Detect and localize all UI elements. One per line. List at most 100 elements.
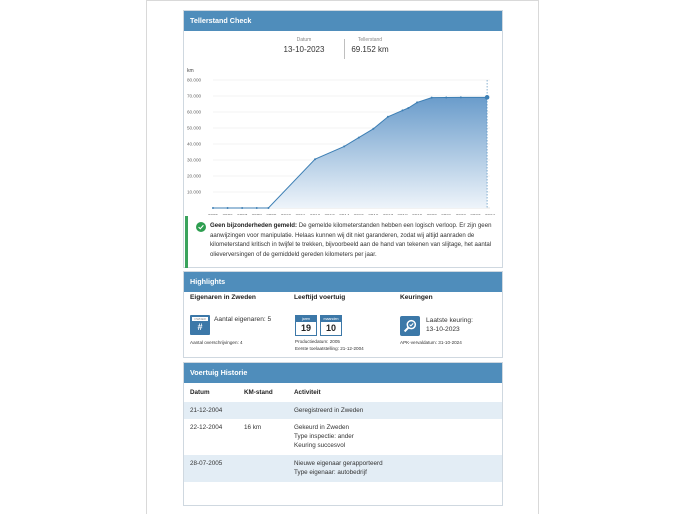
x-tick-label: 2024 bbox=[485, 213, 496, 215]
x-tick-label: 2023 bbox=[470, 213, 481, 215]
data-point bbox=[401, 109, 404, 112]
row-activity-line: Gekeurd in Zweden bbox=[294, 424, 349, 431]
x-tick-label: 2006 bbox=[222, 213, 233, 215]
notice-bold: Geen bijzonderheden gemeld: bbox=[210, 222, 298, 229]
history-panel: Voertuig Historie Datum KM-stand Activit… bbox=[183, 362, 503, 506]
y-tick-label: 80.000 bbox=[187, 78, 201, 83]
x-tick-label: 2011 bbox=[296, 213, 306, 215]
years-calendar-icon: jaren 19 bbox=[295, 315, 317, 336]
apk-expiry: APK-vervaldatum: 31-10-2024 bbox=[400, 340, 462, 345]
check-circle-icon bbox=[196, 222, 206, 232]
data-point bbox=[407, 107, 410, 109]
x-tick-label: 2008 bbox=[252, 213, 263, 215]
y-tick-label: 50.000 bbox=[187, 126, 201, 131]
data-point bbox=[484, 95, 490, 100]
y-tick-label: 70.000 bbox=[187, 94, 201, 99]
y-tick-label: 20.000 bbox=[187, 174, 201, 179]
inspection-last: Laatste keuring: 13-10-2023 bbox=[426, 317, 473, 334]
mileage-notice: Geen bijzonderheden gemeld: De gemelde k… bbox=[185, 216, 501, 268]
first-admission-date: Eerste toelaatstelling: 21-12-2004 bbox=[295, 345, 364, 351]
data-point bbox=[416, 101, 419, 104]
history-header-row: Datum KM-stand Activiteit bbox=[184, 388, 502, 399]
data-point bbox=[459, 96, 462, 99]
x-tick-label: 2017 bbox=[383, 213, 394, 215]
registration-card-label: OWNER bbox=[192, 317, 208, 321]
y-tick-label: 10.000 bbox=[187, 190, 201, 195]
x-tick-label: 2007 bbox=[237, 213, 248, 215]
x-tick-label: 2022 bbox=[456, 213, 467, 215]
stand-reading: Tellerstand 69.152 km bbox=[330, 37, 410, 55]
col-activiteit: Activiteit bbox=[294, 389, 321, 396]
data-point bbox=[386, 115, 389, 118]
page-left-border bbox=[146, 0, 147, 514]
years-value: 19 bbox=[300, 323, 311, 333]
data-point bbox=[430, 96, 433, 99]
months-value: 10 bbox=[325, 323, 336, 333]
x-tick-label: 2012 bbox=[310, 213, 321, 215]
inspection-last-date: 13-10-2023 bbox=[426, 325, 460, 333]
row-date: 28-07-2005 bbox=[190, 460, 223, 467]
col-km-stand: KM-stand bbox=[244, 389, 273, 396]
data-point bbox=[226, 206, 229, 209]
owners-title: Eigenaren in Zweden bbox=[190, 294, 256, 301]
data-point bbox=[357, 136, 360, 139]
data-point bbox=[445, 96, 448, 99]
data-point bbox=[241, 206, 244, 209]
row-activity-line: Type eigenaar: autobedrijf bbox=[294, 469, 367, 476]
y-tick-label: 30.000 bbox=[187, 158, 201, 163]
owners-count: Aantal eigenaren: 5 bbox=[214, 316, 272, 323]
notice-text: Geen bijzonderheden gemeld: De gemelde k… bbox=[210, 221, 493, 259]
table-row: 28-07-2005 Nieuwe eigenaar gerapporteerd… bbox=[184, 455, 502, 482]
tellerstand-title: Tellerstand Check bbox=[184, 11, 502, 31]
data-point bbox=[212, 206, 214, 209]
row-date: 22-12-2004 bbox=[190, 424, 223, 431]
inspection-last-label: Laatste keuring: bbox=[426, 317, 473, 324]
magnifier-inspection-icon bbox=[400, 316, 420, 336]
row-activity-line: Geregistreerd in Zweden bbox=[294, 407, 364, 414]
months-calendar-icon: maanden 10 bbox=[320, 315, 342, 336]
highlights-panel: Highlights Eigenaren in Zweden OWNER # A… bbox=[183, 271, 503, 358]
x-tick-label: 2014 bbox=[339, 213, 350, 215]
tellerstand-panel: Tellerstand Check Datum 13-10-2023 Telle… bbox=[183, 10, 503, 268]
row-activity-line: Nieuwe eigenaar gerapporteerd bbox=[294, 460, 383, 467]
registration-card-symbol: # bbox=[197, 322, 203, 332]
x-tick-label: 2013 bbox=[325, 213, 336, 215]
table-row: 22-12-2004 16 km Gekeurd in Zweden Type … bbox=[184, 419, 502, 455]
row-km: 16 km bbox=[244, 424, 262, 431]
inspection-title: Keuringen bbox=[400, 294, 433, 301]
mileage-area bbox=[213, 97, 488, 208]
data-point bbox=[343, 145, 346, 148]
col-datum: Datum bbox=[190, 389, 210, 396]
x-tick-label: 2018 bbox=[397, 213, 408, 215]
x-tick-label: 2015 bbox=[354, 213, 365, 215]
stand-label: Tellerstand bbox=[357, 37, 383, 43]
row-date: 21-12-2004 bbox=[190, 407, 223, 414]
data-point bbox=[314, 158, 317, 161]
x-tick-label: 2016 bbox=[368, 213, 379, 215]
x-tick-label: 2010 bbox=[281, 213, 292, 215]
data-point bbox=[267, 206, 270, 209]
age-details: Productiedatum: 2005 Eerste toelaatstell… bbox=[295, 339, 364, 352]
data-point bbox=[255, 206, 258, 209]
mileage-chart: km 10.000 20.000 30.000 40.000 50.000 60.000 70… bbox=[187, 68, 496, 215]
age-title-wrap: Leeftijd voertuig bbox=[294, 294, 345, 301]
inspection-title-wrap: Keuringen bbox=[400, 294, 433, 301]
data-point bbox=[372, 127, 375, 130]
history-title: Voertuig Historie bbox=[184, 363, 502, 383]
x-tick-label: 2021 bbox=[441, 213, 452, 215]
y-axis-label: km bbox=[187, 68, 194, 74]
highlights-title: Highlights bbox=[184, 272, 502, 292]
x-tick-label: 2019 bbox=[412, 213, 423, 215]
page-top-border bbox=[146, 0, 538, 1]
page-right-border bbox=[538, 0, 539, 514]
stand-value: 69.152 km bbox=[351, 45, 389, 54]
owners-transfers: Aantal overschrijvingen: 4 bbox=[190, 340, 243, 345]
row-activity-line: Type inspectie: ander bbox=[294, 433, 354, 440]
row-activity-line: Keuring succesvol bbox=[294, 442, 346, 449]
y-tick-label: 60.000 bbox=[187, 110, 201, 115]
x-tick-label: 2009 bbox=[266, 213, 277, 215]
age-title: Leeftijd voertuig bbox=[294, 294, 346, 301]
x-tick-label: 2020 bbox=[427, 213, 438, 215]
owners-title-wrap: Eigenaren in Zweden bbox=[190, 294, 256, 301]
y-tick-label: 40.000 bbox=[187, 142, 201, 147]
